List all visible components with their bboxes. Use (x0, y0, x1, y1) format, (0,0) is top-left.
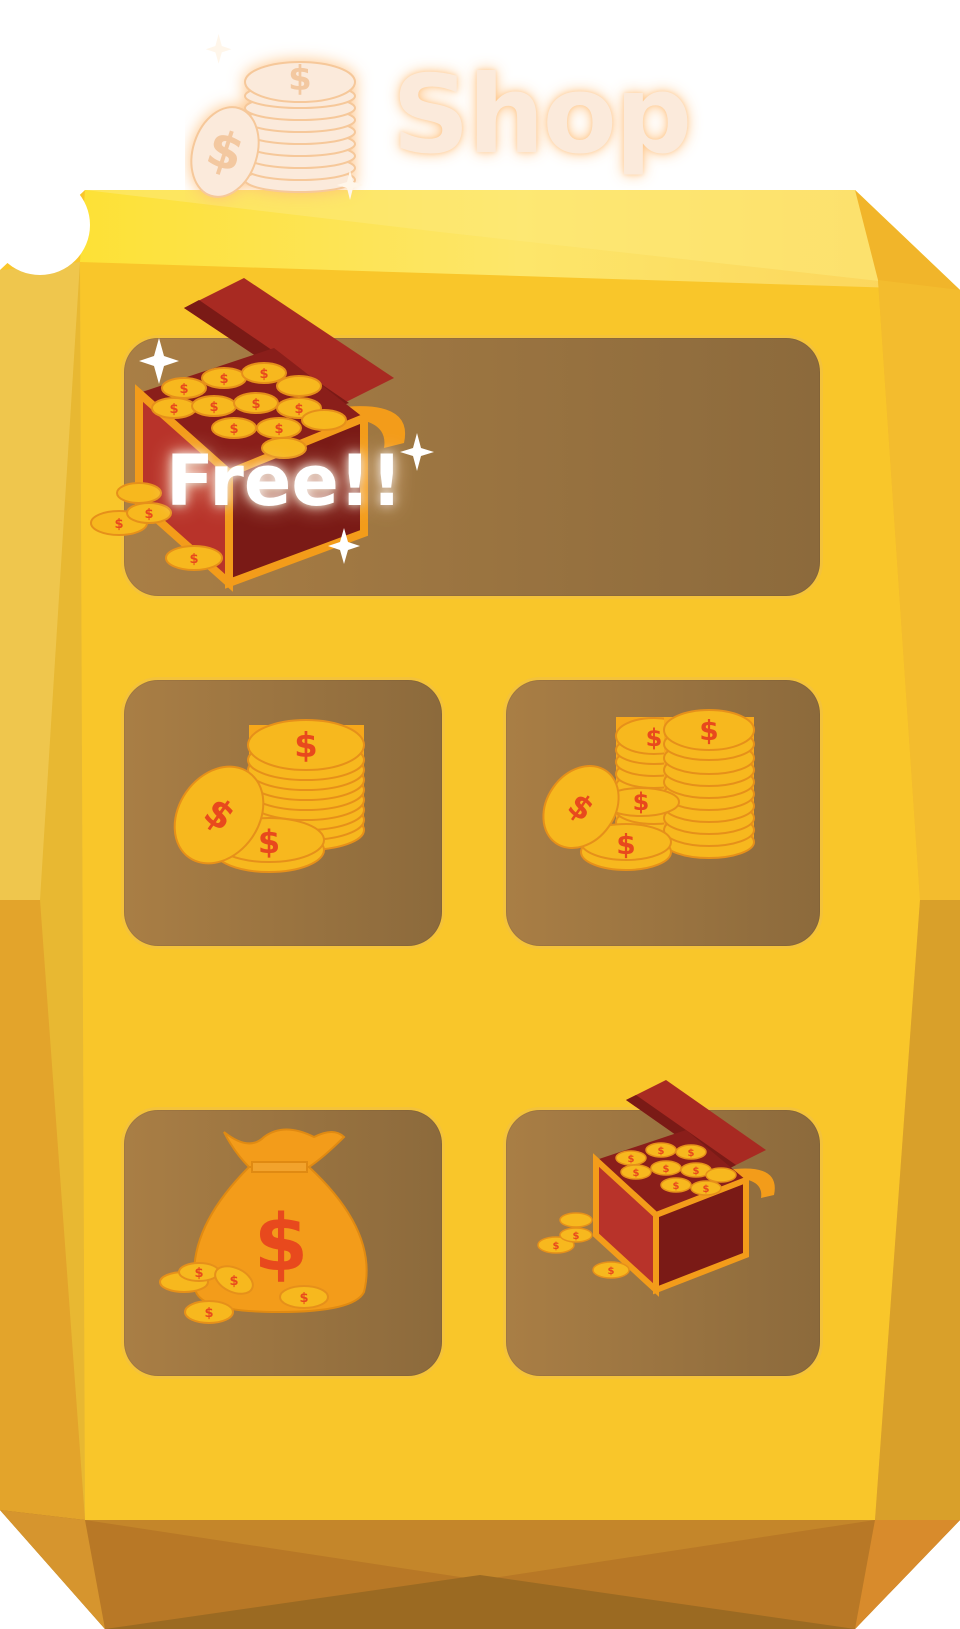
svg-text:$: $ (259, 367, 268, 382)
svg-text:$: $ (608, 1266, 615, 1277)
svg-text:$: $ (693, 1166, 700, 1177)
svg-text:$: $ (703, 1184, 710, 1195)
svg-text:$: $ (299, 1291, 308, 1306)
offer-money-bag-slot[interactable]: $ $ $ $ $ (124, 1110, 442, 1376)
offer-coin-stack-small-slot[interactable]: $ $ $ (124, 680, 442, 946)
treasure-chest-icon: $$ $ $ $ $ $$ $ $$$ (90, 278, 434, 592)
svg-text:$: $ (254, 1199, 308, 1289)
svg-text:$: $ (688, 1148, 695, 1159)
svg-text:$: $ (169, 402, 178, 417)
svg-text:$: $ (258, 823, 280, 861)
svg-text:$: $ (573, 1231, 580, 1242)
free-label: Free!! (166, 440, 403, 522)
svg-text:$: $ (294, 402, 303, 417)
svg-text:$: $ (288, 59, 312, 99)
svg-text:$: $ (663, 1164, 670, 1175)
svg-text:$: $ (628, 1154, 635, 1165)
offer-treasure-chest-slot[interactable]: $ $ $ $ $ $ $ $ $ $ $ (506, 1080, 820, 1376)
svg-text:$: $ (144, 507, 153, 522)
svg-text:$: $ (194, 1266, 203, 1281)
treasure-chest-icon: $$ $ $ $ $ $ $ $$$ (537, 1080, 775, 1297)
svg-text:$: $ (229, 1274, 238, 1289)
svg-text:$: $ (204, 1306, 213, 1321)
offer-free-slot[interactable]: $ $ $ $ $ $ $ $ $ $ $ $ Free!! (90, 278, 820, 596)
svg-text:$: $ (229, 422, 238, 437)
svg-text:$: $ (179, 382, 188, 397)
svg-text:$: $ (616, 828, 635, 861)
svg-text:$: $ (114, 517, 123, 532)
money-bag-icon: $ $ $ $ $ (159, 1128, 368, 1324)
shop-title: Shop (392, 53, 692, 178)
svg-text:$: $ (633, 1168, 640, 1179)
svg-text:$: $ (294, 726, 318, 766)
svg-text:$: $ (251, 397, 260, 412)
coin-stack-icon: $ $ $ (173, 719, 365, 873)
svg-text:$: $ (209, 400, 218, 415)
svg-text:$: $ (189, 552, 198, 567)
svg-text:$: $ (219, 372, 228, 387)
svg-text:$: $ (646, 724, 663, 752)
svg-text:$: $ (673, 1181, 680, 1192)
coin-stacks-icon: $ $ $ $ $ (542, 709, 755, 871)
svg-text:$: $ (633, 788, 650, 816)
svg-text:$: $ (699, 714, 718, 747)
svg-text:$: $ (553, 1241, 560, 1252)
offer-coin-stack-large-slot[interactable]: $ $ $ $ $ (506, 680, 820, 946)
svg-text:$: $ (274, 422, 283, 437)
svg-text:$: $ (658, 1146, 665, 1157)
